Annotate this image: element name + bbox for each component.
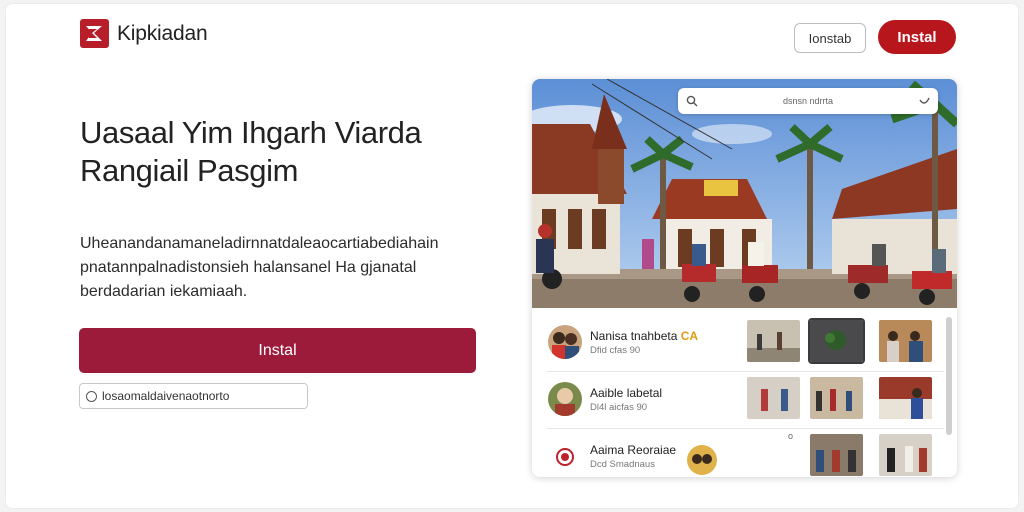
- list-item[interactable]: Aaima Reoraiae Dcd Smadnaus o: [532, 425, 944, 477]
- list-item-title: Nanisa tnahbeta CA: [590, 329, 698, 343]
- list-item-title: Aaima Reoraiae: [590, 443, 677, 457]
- list-item[interactable]: Aaible labetal Dl4l aicfas 90: [532, 368, 944, 423]
- secondary-header-button[interactable]: Ionstab: [794, 23, 866, 53]
- install-header-button[interactable]: Instal: [878, 20, 956, 54]
- avatar: [548, 325, 582, 359]
- thumbnail[interactable]: [747, 377, 800, 419]
- list-item-subtitle: Dcd Smadnaus: [590, 459, 655, 470]
- link-field[interactable]: losaomaldaivenaotnorto: [79, 383, 308, 409]
- list-item-subtitle: Dfid cfas 90: [590, 345, 641, 356]
- list-item-subtitle: Dl4l aicfas 90: [590, 402, 648, 413]
- list-item-title: Aaible labetal: [590, 386, 663, 400]
- brand-logo[interactable]: Kipkiadan: [80, 19, 208, 48]
- thumbnail[interactable]: [810, 377, 863, 419]
- brand-name: Kipkiadan: [117, 21, 208, 45]
- scrollbar[interactable]: [946, 317, 952, 435]
- row-meta: o: [788, 431, 794, 441]
- link-text: losaomaldaivenaotnorto: [102, 389, 230, 403]
- list-item-badge: CA: [680, 329, 699, 343]
- hero-description: Uheanandanamaneladirnnatdaleaocartiabedi…: [80, 235, 439, 300]
- list-item[interactable]: Nanisa tnahbeta CA Dfid cfas 90: [532, 311, 944, 366]
- app-preview: dsnsn ndrrta Nanisa tnahbeta CA Dfid cfa…: [532, 79, 957, 477]
- search-icon: [686, 95, 698, 107]
- avatar: [687, 445, 717, 475]
- search-bar[interactable]: dsnsn ndrrta: [678, 88, 938, 114]
- thumbnail[interactable]: [879, 377, 932, 419]
- list-item-title-main: Nanisa: [590, 329, 628, 343]
- install-button[interactable]: Instal: [79, 328, 476, 373]
- list-item-title-rest: tnahbeta: [630, 329, 678, 343]
- app-window: Kipkiadan Ionstab Instal Uasaal Yim Ihga…: [6, 4, 1018, 508]
- hero-title: Uasaal Yim Ihgarh Viarda Rangiail Pasgim: [80, 115, 422, 188]
- result-list: Nanisa tnahbeta CA Dfid cfas 90 Aaible l…: [532, 311, 957, 477]
- thumbnail[interactable]: [879, 434, 932, 476]
- thumbnail[interactable]: [879, 320, 932, 362]
- brand-logo-icon: [80, 19, 109, 48]
- search-input[interactable]: dsnsn ndrrta: [698, 96, 918, 106]
- avatar: [548, 439, 582, 473]
- link-icon: [86, 390, 97, 402]
- thumbnail[interactable]: [810, 320, 863, 362]
- mic-icon[interactable]: [918, 95, 930, 107]
- avatar: [548, 382, 582, 416]
- thumbnail[interactable]: [810, 434, 863, 476]
- thumbnail[interactable]: [747, 320, 800, 362]
